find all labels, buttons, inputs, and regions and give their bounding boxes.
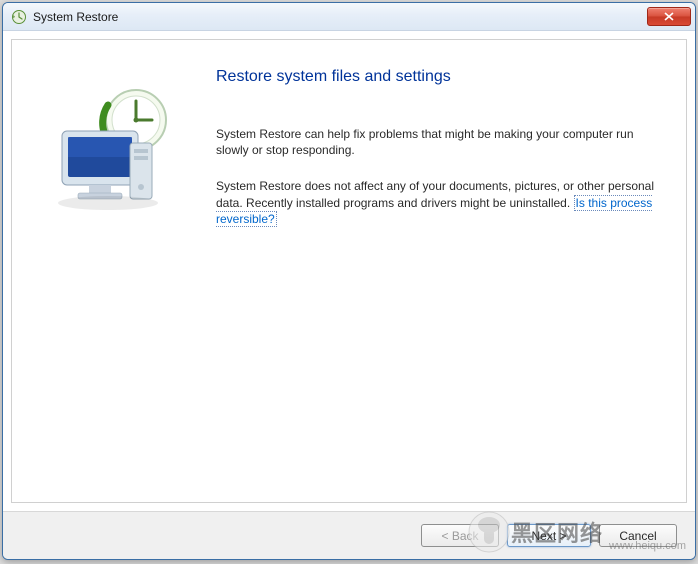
back-button: < Back [421, 524, 499, 547]
cancel-button[interactable]: Cancel [599, 524, 677, 547]
system-restore-window: System Restore [2, 2, 696, 560]
window-title: System Restore [33, 10, 647, 24]
next-button[interactable]: Next > [507, 524, 591, 547]
page-heading: Restore system files and settings [216, 68, 656, 86]
description-paragraph-1: System Restore can help fix problems tha… [216, 126, 656, 158]
close-icon [664, 12, 674, 21]
description-paragraph-2: System Restore does not affect any of yo… [216, 178, 656, 227]
restore-icon [11, 9, 27, 25]
icon-column [12, 40, 216, 502]
titlebar[interactable]: System Restore [3, 3, 695, 31]
content-area: Restore system files and settings System… [3, 31, 695, 511]
system-restore-large-icon [44, 85, 184, 215]
text-column: Restore system files and settings System… [216, 40, 686, 502]
button-row: < Back Next > Cancel [3, 511, 695, 559]
wizard-panel: Restore system files and settings System… [11, 39, 687, 503]
close-button[interactable] [647, 7, 691, 26]
